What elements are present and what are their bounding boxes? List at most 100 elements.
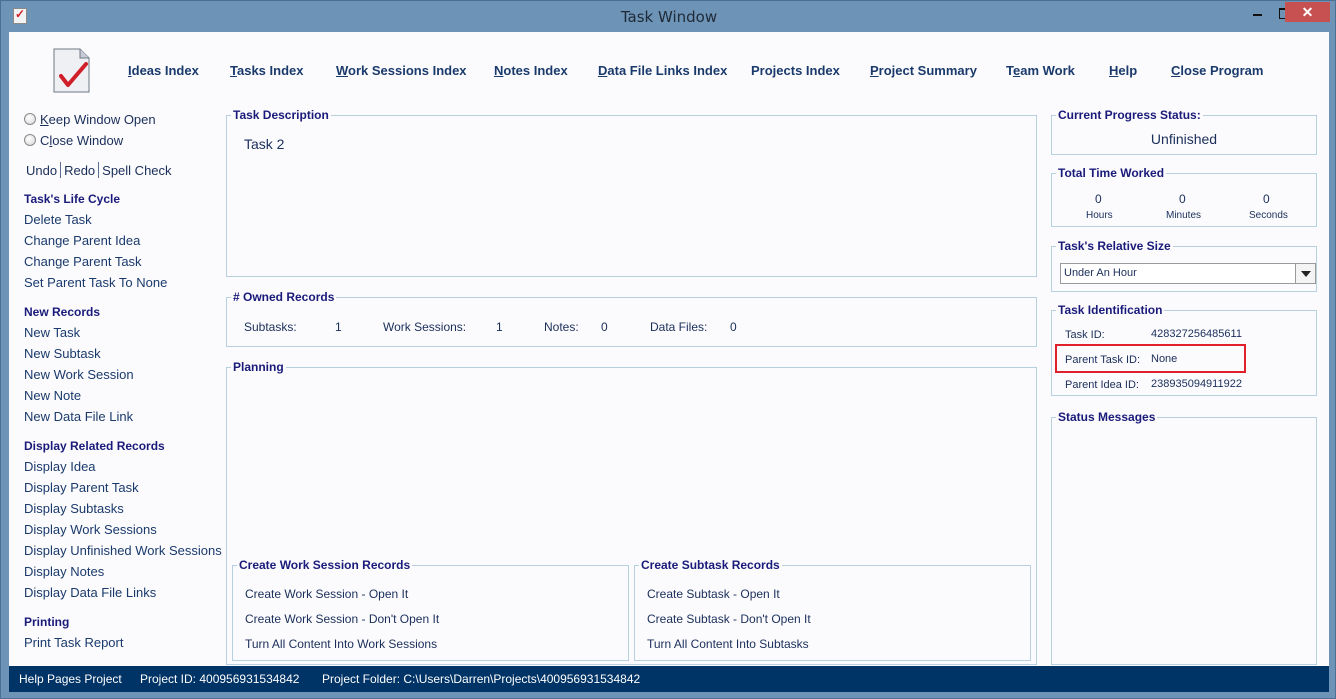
panel-title: Task Description — [231, 108, 331, 122]
nav-label: elp — [1118, 63, 1138, 78]
nav-project-summary[interactable]: Project Summary — [870, 63, 977, 78]
nav-label: ork Sessions Index — [348, 63, 467, 78]
display-parent-task-link[interactable]: Display Parent Task — [24, 480, 139, 495]
owned-records-panel: # Owned Records Subtasks: 1 Work Session… — [226, 290, 1037, 347]
title-bar[interactable]: Task Window ✕ — [1, 1, 1336, 32]
display-idea-link[interactable]: Display Idea — [24, 459, 96, 474]
new-work-session-link[interactable]: New Work Session — [24, 367, 134, 382]
task-description-panel: Task Description Task 2 — [226, 108, 1037, 277]
change-parent-task-link[interactable]: Change Parent Task — [24, 254, 142, 269]
turn-content-into-work-sessions-link[interactable]: Turn All Content Into Work Sessions — [245, 637, 437, 651]
data-files-label: Data Files: — [650, 320, 708, 334]
minutes-value: 0 — [1179, 192, 1186, 206]
parent-task-id-highlight-box — [1055, 344, 1246, 373]
chevron-down-icon[interactable] — [1295, 264, 1315, 283]
progress-status-value[interactable]: Unfinished — [1052, 131, 1316, 147]
task-description-input[interactable]: Task 2 — [244, 136, 284, 152]
create-work-session-dont-open-link[interactable]: Create Work Session - Don't Open It — [245, 612, 439, 626]
relative-size-dropdown[interactable]: Under An Hour — [1060, 263, 1316, 284]
close-button[interactable]: ✕ — [1285, 2, 1330, 22]
subtasks-label: Subtasks: — [244, 320, 297, 334]
new-note-link[interactable]: New Note — [24, 388, 81, 403]
display-work-sessions-link[interactable]: Display Work Sessions — [24, 522, 157, 537]
panel-title: Status Messages — [1056, 410, 1158, 424]
data-files-count: 0 — [730, 320, 737, 334]
display-unfinished-work-sessions-link[interactable]: Display Unfinished Work Sessions — [24, 543, 222, 558]
time-worked-panel: Total Time Worked 0 Hours 0 Minutes 0 Se… — [1051, 166, 1317, 227]
nav-projects-index[interactable]: Projects Index — [751, 63, 840, 78]
seconds-label: Seconds — [1249, 210, 1288, 221]
task-id-label: Task ID: — [1065, 329, 1105, 341]
dropdown-value: Under An Hour — [1064, 267, 1137, 279]
keep-window-open-radio[interactable]: Keep Window Open — [24, 112, 156, 127]
new-data-file-link[interactable]: New Data File Link — [24, 409, 133, 424]
nav-ideas-index[interactable]: Ideas Index — [128, 63, 199, 78]
new-task-link[interactable]: New Task — [24, 325, 80, 340]
project-name: Help Pages Project — [19, 672, 122, 686]
nav-data-file-links-index[interactable]: Data File Links Index — [598, 63, 727, 78]
create-subtask-panel: Create Subtask Records Create Subtask - … — [634, 558, 1031, 661]
delete-task-link[interactable]: Delete Task — [24, 212, 92, 227]
create-work-session-open-link[interactable]: Create Work Session - Open It — [245, 587, 408, 601]
display-data-file-links-link[interactable]: Display Data File Links — [24, 585, 156, 600]
panel-title: Create Work Session Records — [237, 558, 413, 572]
task-document-check-icon — [53, 48, 90, 93]
nav-help[interactable]: Help — [1109, 63, 1137, 78]
mnemonic: D — [598, 63, 608, 78]
notes-label: Notes: — [544, 320, 579, 334]
section-heading-life-cycle: Task's Life Cycle — [24, 192, 121, 206]
panel-title: Current Progress Status: — [1056, 108, 1203, 122]
nav-label: am Work — [1020, 63, 1075, 78]
status-bar: Help Pages Project Project ID: 400956931… — [9, 666, 1329, 692]
mnemonic: C — [1171, 63, 1181, 78]
seconds-value: 0 — [1263, 192, 1270, 206]
turn-content-into-subtasks-link[interactable]: Turn All Content Into Subtasks — [647, 637, 809, 651]
nav-label: ata File Links Index — [607, 63, 728, 78]
display-subtasks-link[interactable]: Display Subtasks — [24, 501, 124, 516]
status-messages-panel: Status Messages — [1051, 410, 1317, 665]
radio-button[interactable] — [24, 113, 36, 125]
change-parent-idea-link[interactable]: Change Parent Idea — [24, 233, 140, 248]
close-window-radio[interactable]: Close Window — [24, 133, 123, 148]
planning-text-area[interactable] — [231, 378, 1031, 558]
task-id-value: 428327256485611 — [1151, 328, 1242, 340]
notes-count: 0 — [601, 320, 608, 334]
display-notes-link[interactable]: Display Notes — [24, 564, 104, 579]
project-id: Project ID: 400956931534842 — [140, 672, 300, 686]
mnemonic: T — [230, 63, 237, 78]
print-task-report-link[interactable]: Print Task Report — [24, 635, 123, 650]
section-heading-printing: Printing — [24, 615, 70, 629]
nav-close-program[interactable]: Close Program — [1171, 63, 1263, 78]
nav-work-sessions-index[interactable]: Work Sessions Index — [336, 63, 467, 78]
new-subtask-link[interactable]: New Subtask — [24, 346, 101, 361]
panel-title: # Owned Records — [231, 290, 337, 304]
create-subtask-open-link[interactable]: Create Subtask - Open It — [647, 587, 780, 601]
set-parent-task-none-link[interactable]: Set Parent Task To None — [24, 275, 167, 290]
project-folder: Project Folder: C:\Users\Darren\Projects… — [322, 672, 641, 686]
minimize-button[interactable] — [1245, 2, 1271, 22]
panel-title: Task's Relative Size — [1056, 239, 1173, 253]
panel-title: Create Subtask Records — [639, 558, 782, 572]
mnemonic: W — [336, 63, 349, 78]
progress-status-panel: Current Progress Status: Unfinished — [1051, 108, 1317, 155]
hours-value: 0 — [1095, 192, 1102, 206]
nav-team-work[interactable]: Team Work — [1006, 63, 1075, 78]
mnemonic: N — [494, 63, 504, 78]
nav-label: Projects Index — [751, 63, 840, 78]
redo-button[interactable]: Redo — [64, 163, 95, 178]
mnemonic: K — [40, 112, 49, 127]
hours-label: Hours — [1086, 210, 1113, 221]
work-sessions-label: Work Sessions: — [383, 320, 467, 334]
edit-toolbar: Undo Redo Spell Check — [26, 162, 172, 178]
nav-label: asks Index — [236, 63, 304, 78]
create-work-session-panel: Create Work Session Records Create Work … — [232, 558, 629, 661]
spell-check-button[interactable]: Spell Check — [102, 163, 171, 178]
undo-button[interactable]: Undo — [26, 163, 57, 178]
divider — [98, 162, 100, 178]
radio-button[interactable] — [24, 134, 36, 146]
nav-tasks-index[interactable]: Tasks Index — [230, 63, 303, 78]
nav-notes-index[interactable]: Notes Index — [494, 63, 568, 78]
create-subtask-dont-open-link[interactable]: Create Subtask - Don't Open It — [647, 612, 811, 626]
nav-label: roject Summary — [878, 63, 977, 78]
panel-title: Planning — [231, 360, 286, 374]
